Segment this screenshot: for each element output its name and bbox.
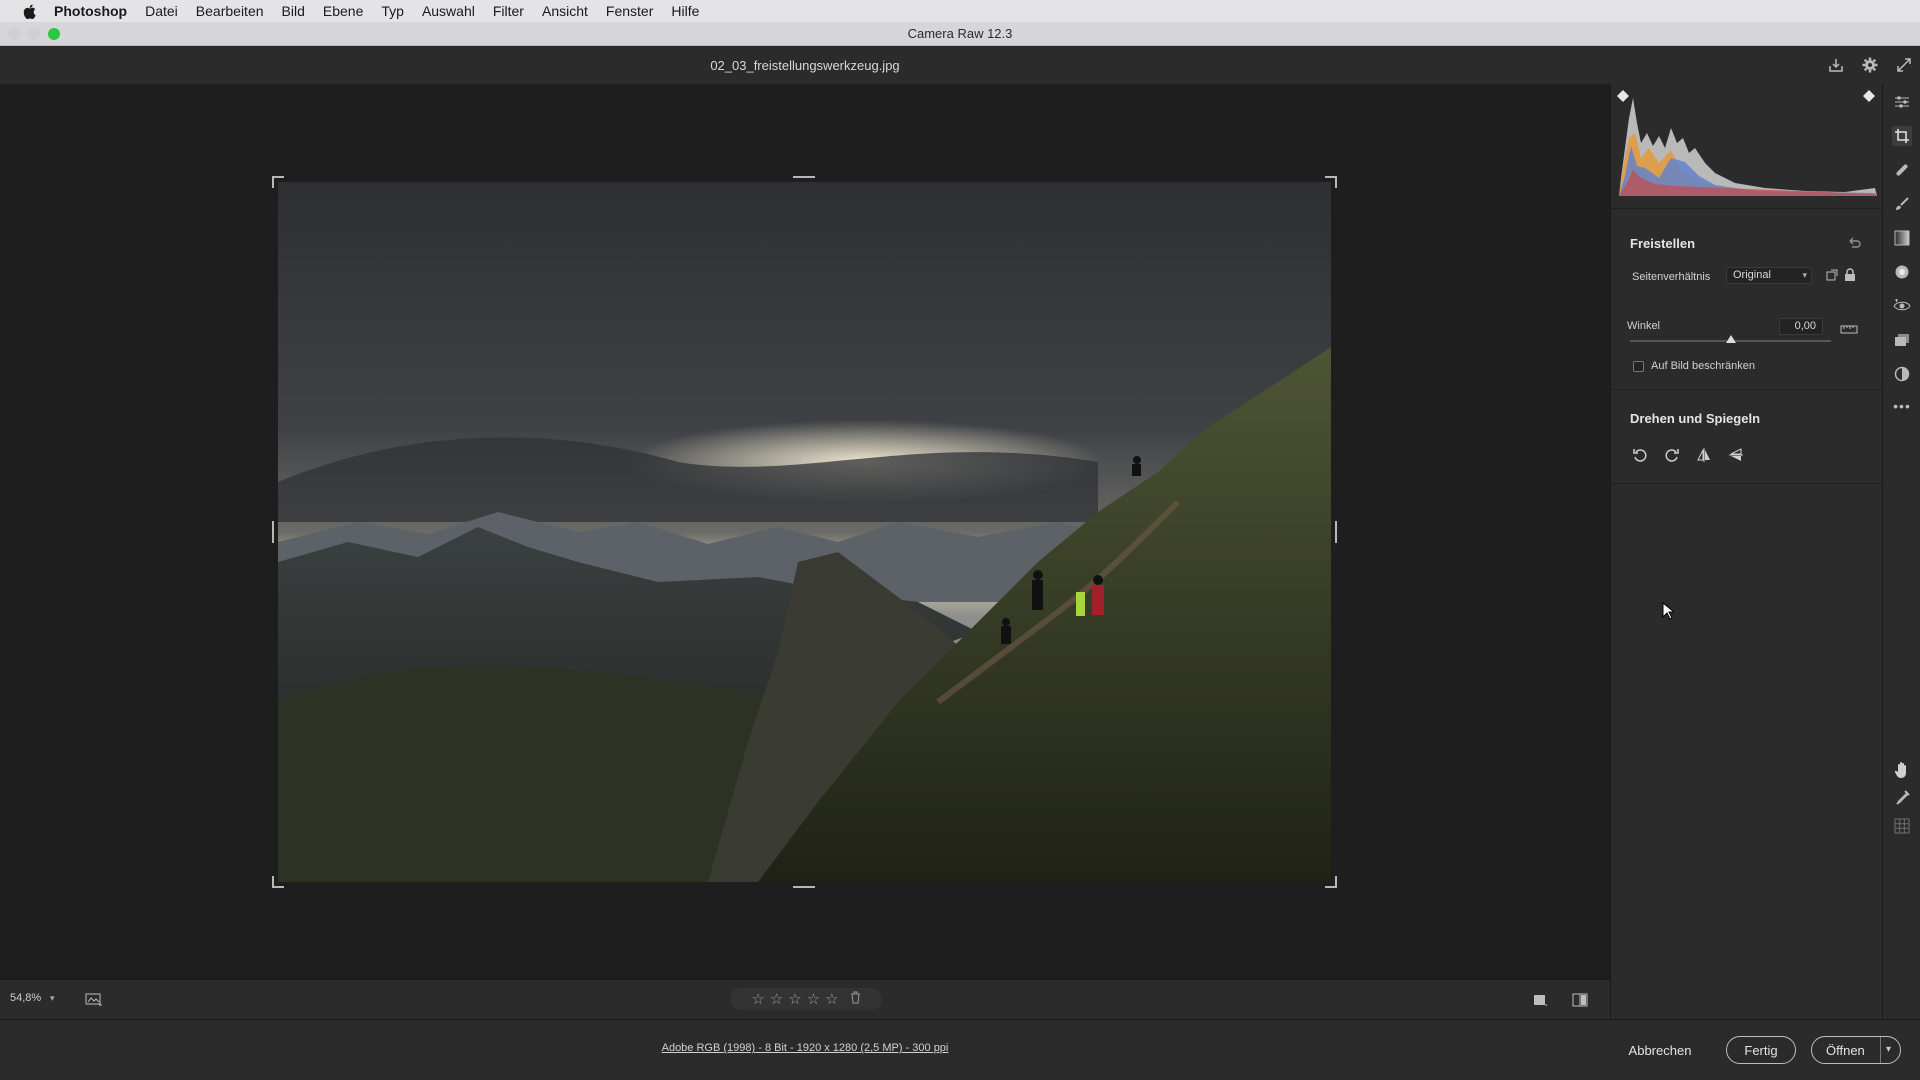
menu-bild[interactable]: Bild bbox=[282, 3, 305, 19]
flip-horizontal-icon[interactable] bbox=[1693, 444, 1715, 466]
mouse-cursor-icon bbox=[1662, 601, 1676, 625]
radial-filter-icon[interactable] bbox=[1892, 262, 1912, 282]
crop-handle-bottom-left[interactable] bbox=[272, 876, 284, 888]
presets-icon[interactable] bbox=[1892, 364, 1912, 384]
menu-ansicht[interactable]: Ansicht bbox=[542, 3, 588, 19]
open-button[interactable]: Öffnen ▾ bbox=[1811, 1036, 1901, 1064]
constrain-to-image-label: Auf Bild beschränken bbox=[1651, 360, 1755, 372]
swap-orientation-icon[interactable] bbox=[1824, 267, 1840, 283]
angle-slider-thumb[interactable] bbox=[1725, 335, 1736, 343]
brush-icon[interactable] bbox=[1892, 194, 1912, 214]
file-name: 02_03_freistellungswerkzeug.jpg bbox=[710, 57, 900, 73]
gradient-icon[interactable] bbox=[1892, 228, 1912, 248]
aspect-ratio-label: Seitenverhältnis bbox=[1632, 271, 1711, 283]
star-icon[interactable]: ☆ bbox=[807, 992, 820, 1007]
rotate-section-title: Drehen und Spiegeln bbox=[1630, 411, 1761, 426]
snapshots-icon[interactable] bbox=[1892, 330, 1912, 350]
save-icon[interactable] bbox=[1826, 55, 1846, 75]
crop-handle-bottom-right[interactable] bbox=[1325, 876, 1337, 888]
fullscreen-icon[interactable] bbox=[1894, 55, 1914, 75]
button-separator bbox=[1880, 1037, 1881, 1063]
crop-section-title: Freistellen bbox=[1630, 236, 1696, 251]
close-window-button[interactable] bbox=[8, 28, 20, 40]
zoom-window-button[interactable] bbox=[48, 28, 60, 40]
crop-handle-bottom[interactable] bbox=[793, 886, 815, 888]
aspect-ratio-value: Original bbox=[1733, 269, 1771, 281]
rotate-right-icon[interactable] bbox=[1661, 444, 1683, 466]
angle-label: Winkel bbox=[1627, 320, 1661, 332]
macos-menubar: Photoshop Datei Bearbeiten Bild Ebene Ty… bbox=[0, 0, 1920, 22]
window-controls bbox=[8, 28, 60, 40]
constrain-to-image-checkbox[interactable] bbox=[1633, 361, 1644, 372]
filmstrip-toggle-icon[interactable] bbox=[84, 990, 104, 1010]
crop-handle-top-right[interactable] bbox=[1325, 176, 1337, 188]
red-eye-icon[interactable] bbox=[1892, 296, 1912, 316]
flip-vertical-icon[interactable] bbox=[1725, 444, 1747, 466]
crop-icon[interactable] bbox=[1892, 126, 1912, 146]
star-rating[interactable]: ☆ ☆ ☆ ☆ ☆ bbox=[730, 988, 882, 1010]
aspect-ratio-select[interactable]: Original ▾ bbox=[1726, 267, 1812, 284]
window-titlebar: Camera Raw 12.3 bbox=[0, 22, 1920, 46]
before-after-icon[interactable] bbox=[1570, 990, 1590, 1010]
menu-bearbeiten[interactable]: Bearbeiten bbox=[196, 3, 264, 19]
menu-fenster[interactable]: Fenster bbox=[606, 3, 653, 19]
star-icon[interactable]: ☆ bbox=[770, 992, 783, 1007]
menu-app-photoshop[interactable]: Photoshop bbox=[54, 3, 127, 19]
crop-handle-top-left[interactable] bbox=[272, 176, 284, 188]
panel-divider bbox=[1611, 483, 1883, 484]
grid-icon[interactable] bbox=[1892, 816, 1912, 836]
chevron-down-icon[interactable]: ▾ bbox=[1886, 1044, 1891, 1055]
rotate-left-icon[interactable] bbox=[1629, 444, 1651, 466]
crop-handle-left[interactable] bbox=[272, 521, 274, 543]
star-icon[interactable]: ☆ bbox=[751, 992, 764, 1007]
menu-hilfe[interactable]: Hilfe bbox=[671, 3, 699, 19]
hand-icon[interactable] bbox=[1892, 760, 1912, 780]
done-button[interactable]: Fertig bbox=[1726, 1036, 1796, 1064]
menu-ebene[interactable]: Ebene bbox=[323, 3, 363, 19]
lock-aspect-icon[interactable] bbox=[1842, 267, 1858, 283]
cancel-button[interactable]: Abbrechen bbox=[1615, 1036, 1705, 1064]
histogram bbox=[1615, 88, 1879, 198]
reset-crop-icon[interactable] bbox=[1844, 233, 1864, 253]
healing-icon[interactable] bbox=[1892, 160, 1912, 180]
minimize-window-button[interactable] bbox=[28, 28, 40, 40]
straighten-tool-icon[interactable] bbox=[1840, 322, 1858, 336]
chevron-down-icon: ▾ bbox=[1802, 270, 1807, 280]
menu-auswahl[interactable]: Auswahl bbox=[422, 3, 475, 19]
menu-datei[interactable]: Datei bbox=[145, 3, 178, 19]
apple-logo-icon[interactable] bbox=[18, 0, 40, 22]
photo-preview[interactable] bbox=[278, 182, 1331, 882]
crop-panel: Freistellen Seitenverhältnis Original ▾ … bbox=[1610, 84, 1883, 1019]
panel-divider bbox=[1611, 389, 1883, 390]
color-sampler-icon[interactable] bbox=[1892, 788, 1912, 808]
trash-icon[interactable] bbox=[850, 991, 861, 1007]
menu-filter[interactable]: Filter bbox=[493, 3, 524, 19]
workflow-options-link[interactable]: Adobe RGB (1998) - 8 Bit - 1920 x 1280 (… bbox=[0, 1042, 1610, 1054]
angle-input[interactable]: 0,00 bbox=[1779, 318, 1823, 335]
image-canvas[interactable] bbox=[0, 84, 1610, 979]
chevron-down-icon[interactable]: ▾ bbox=[50, 993, 55, 1004]
settings-gear-icon[interactable] bbox=[1860, 55, 1880, 75]
open-button-label: Öffnen bbox=[1826, 1042, 1865, 1058]
more-icon[interactable]: ••• bbox=[1892, 396, 1912, 416]
mountain-photo bbox=[278, 182, 1331, 882]
crop-handle-top[interactable] bbox=[793, 176, 815, 178]
window-title: Camera Raw 12.3 bbox=[907, 26, 1013, 41]
footer: Adobe RGB (1998) - 8 Bit - 1920 x 1280 (… bbox=[0, 1019, 1920, 1080]
star-icon[interactable]: ☆ bbox=[825, 992, 838, 1007]
tool-strip: ••• bbox=[1882, 84, 1920, 1019]
zoom-level[interactable]: 54,8% bbox=[10, 992, 41, 1004]
camera-raw-header: 02_03_freistellungswerkzeug.jpg bbox=[0, 46, 1920, 84]
star-icon[interactable]: ☆ bbox=[788, 992, 801, 1007]
crop-handle-right[interactable] bbox=[1335, 521, 1337, 543]
panel-divider bbox=[1611, 208, 1883, 209]
image-toolbar: 54,8% ▾ ☆ ☆ ☆ ☆ ☆ bbox=[0, 979, 1610, 1019]
menu-typ[interactable]: Typ bbox=[381, 3, 404, 19]
single-view-icon[interactable] bbox=[1530, 990, 1550, 1010]
edit-sliders-icon[interactable] bbox=[1892, 92, 1912, 112]
